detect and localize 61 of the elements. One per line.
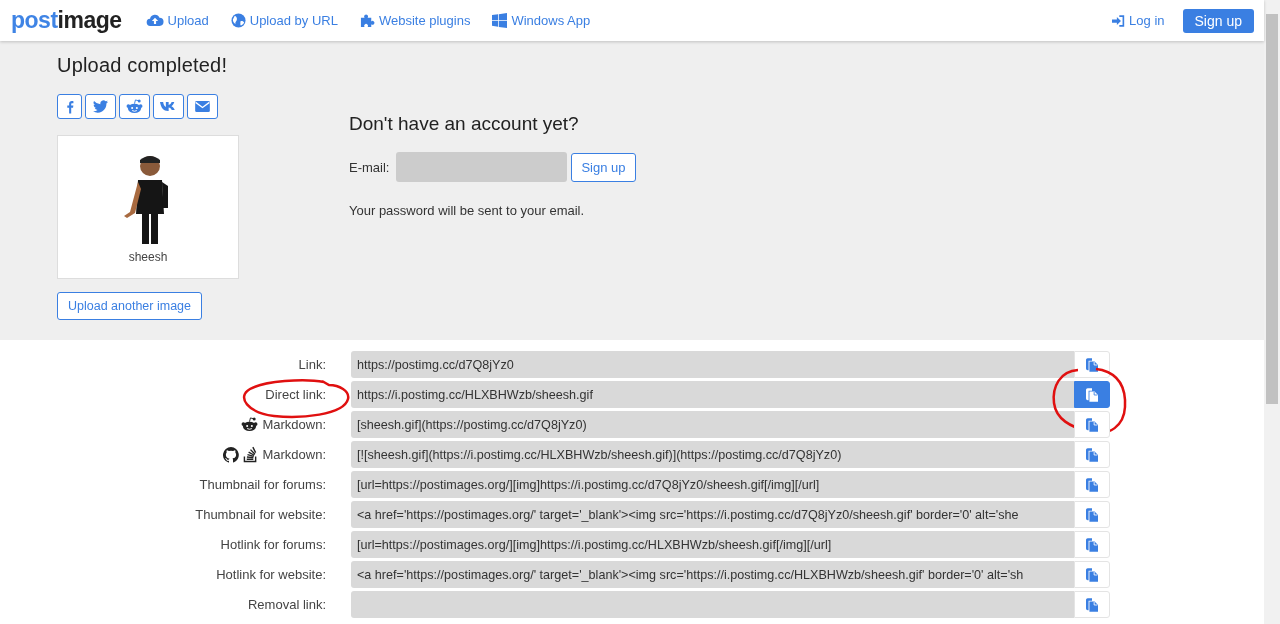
share-button[interactable] [119,94,150,119]
nav-link[interactable]: Upload [145,13,209,28]
share-button[interactable] [187,94,218,119]
link-label: Direct link: [265,387,326,402]
link-field[interactable]: [![sheesh.gif](https://i.postimg.cc/HLXBHWzb/sheesh.gif)](https://postimg.cc/d7Q8jYz0) [351,441,1074,468]
scrollbar[interactable] [1264,0,1280,624]
envelope-icon [195,101,210,112]
nav-link[interactable]: Upload by URL [230,13,338,28]
link-label: Link: [298,357,326,372]
copy-icon [1086,387,1098,402]
copy-icon [1086,537,1098,552]
link-label: Thumbnail for website: [195,507,326,522]
link-field[interactable]: [url=https://postimages.org/][img]https://i.postimg.cc/d7Q8jYz0/sheesh.gif[/img][/url] [351,471,1074,498]
link-field[interactable]: https://postimg.cc/d7Q8jYz0 [351,351,1074,378]
puzzle-piece-icon [359,13,375,28]
link-label: Markdown: [262,417,326,432]
cloud-upload-icon [145,14,164,27]
image-caption: sheesh [128,250,168,264]
link-field[interactable]: [sheesh.gif](https://postimg.cc/d7Q8jYz0) [351,411,1074,438]
globe-icon [230,13,246,28]
link-label: Thumbnail for forums: [199,477,326,492]
link-label: Removal link: [247,597,326,612]
link-field[interactable] [351,591,1074,618]
copy-icon [1086,597,1098,612]
stacked-trays-icon [243,446,259,463]
copy-icon [1086,507,1098,522]
nav-link[interactable]: Website plugins [359,13,471,28]
signup-button[interactable]: Sign up [1182,8,1254,33]
share-button[interactable] [57,94,82,119]
link-field[interactable]: https://i.postimg.cc/HLXBHWzb/sheesh.gif [351,381,1074,408]
copy-icon [1086,417,1098,432]
reddit-alien-icon [126,99,143,114]
copy-icon [1086,447,1098,462]
windows-logo-icon [492,13,508,28]
signup-button[interactable]: Sign up [571,152,636,182]
reddit-alien-icon [241,417,259,432]
link-label: Hotlink for website: [216,567,326,582]
nav-link[interactable]: Windows App [492,13,591,28]
link-field[interactable]: [url=https://postimages.org/][img]https://i.postimg.cc/HLXBHWzb/sheesh.gif[/img][/url] [351,531,1074,558]
share-button[interactable] [153,94,184,119]
logo[interactable]: postimage [11,9,122,32]
link-field[interactable]: <a href='https://postimages.org/' target='_blank'><img src='https://i.postimg.cc/HLXBHWzb/sheesh.gif' border='0' alt='sh [351,561,1074,588]
copy-button[interactable] [1074,381,1110,408]
email-field[interactable] [396,152,568,182]
copy-icon [1086,477,1098,492]
github-icon [223,446,240,463]
link-label: Markdown: [262,447,326,462]
share-button[interactable] [85,94,116,119]
copy-icon [1086,567,1098,582]
page-title: Upload completed! [57,54,229,77]
facebook-icon [65,99,74,114]
signup-heading: Don't have an account yet? [349,113,580,135]
login-link[interactable]: Log in [1112,13,1165,28]
upload-another-button[interactable]: Upload another image [57,292,202,320]
email-label: E-mail: [349,159,390,175]
sign-in-icon [1112,14,1126,27]
password-note: Your password will be sent to your email. [349,203,586,218]
copy-icon [1086,357,1098,372]
link-label: Hotlink for forums: [220,537,326,552]
bird-icon [93,100,108,113]
link-field[interactable]: <a href='https://postimages.org/' target='_blank'><img src='https://i.postimg.cc/d7Q8jYz0/sheesh.gif' border='0' alt='she [351,501,1074,528]
